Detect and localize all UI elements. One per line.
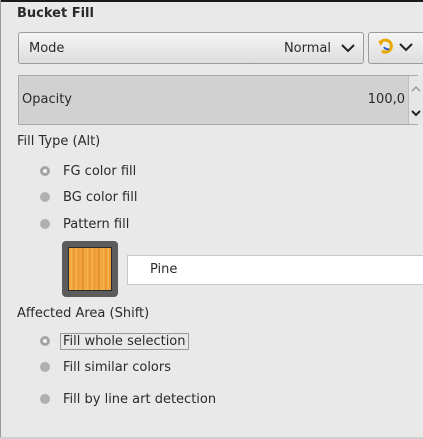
mode-dropdown[interactable]: Mode Normal (18, 32, 364, 64)
mode-label: Mode (29, 40, 65, 56)
opacity-value: 100,0 (367, 92, 405, 107)
affected-area-label: Affected Area (Shift) (17, 306, 150, 321)
radio-bg-color-fill[interactable]: BG color fill (40, 187, 137, 207)
radio-unselected-icon (40, 362, 50, 372)
radio-pattern-fill[interactable]: Pattern fill (40, 214, 129, 234)
chevron-down-icon (399, 41, 413, 56)
reset-icon (375, 35, 397, 61)
radio-label: Fill whole selection (60, 332, 189, 350)
panel-title: Bucket Fill (17, 6, 94, 21)
radio-selected-icon (40, 166, 50, 176)
mode-value: Normal (283, 40, 331, 56)
opacity-spinner[interactable] (408, 76, 423, 124)
radio-fill-whole-selection[interactable]: Fill whole selection (40, 331, 189, 351)
radio-label: Pattern fill (63, 216, 130, 232)
opacity-slider[interactable]: Opacity 100,0 (18, 75, 423, 125)
chevron-down-icon[interactable] (411, 106, 421, 121)
chevron-up-icon[interactable] (411, 82, 421, 97)
radio-label: Fill similar colors (63, 359, 171, 375)
reset-mode-button[interactable] (368, 32, 423, 64)
radio-unselected-icon (40, 219, 50, 229)
pattern-name-field[interactable]: Pine (127, 255, 423, 285)
radio-fill-similar-colors[interactable]: Fill similar colors (40, 357, 171, 377)
radio-label: BG color fill (63, 189, 138, 205)
pattern-preview-button[interactable] (62, 241, 118, 297)
radio-selected-icon (40, 336, 50, 346)
pine-pattern-image (68, 247, 112, 291)
radio-unselected-icon (40, 192, 50, 202)
radio-fill-by-line-art[interactable]: Fill by line art detection (40, 389, 216, 409)
opacity-label: Opacity (22, 92, 73, 107)
radio-fg-color-fill[interactable]: FG color fill (40, 161, 136, 181)
chevron-down-icon (339, 39, 357, 57)
fill-type-label: Fill Type (Alt) (17, 134, 101, 149)
top-border (0, 0, 423, 2)
radio-unselected-icon (40, 394, 50, 404)
radio-label: Fill by line art detection (63, 391, 217, 407)
radio-label: FG color fill (63, 163, 137, 179)
left-border (0, 0, 1, 439)
